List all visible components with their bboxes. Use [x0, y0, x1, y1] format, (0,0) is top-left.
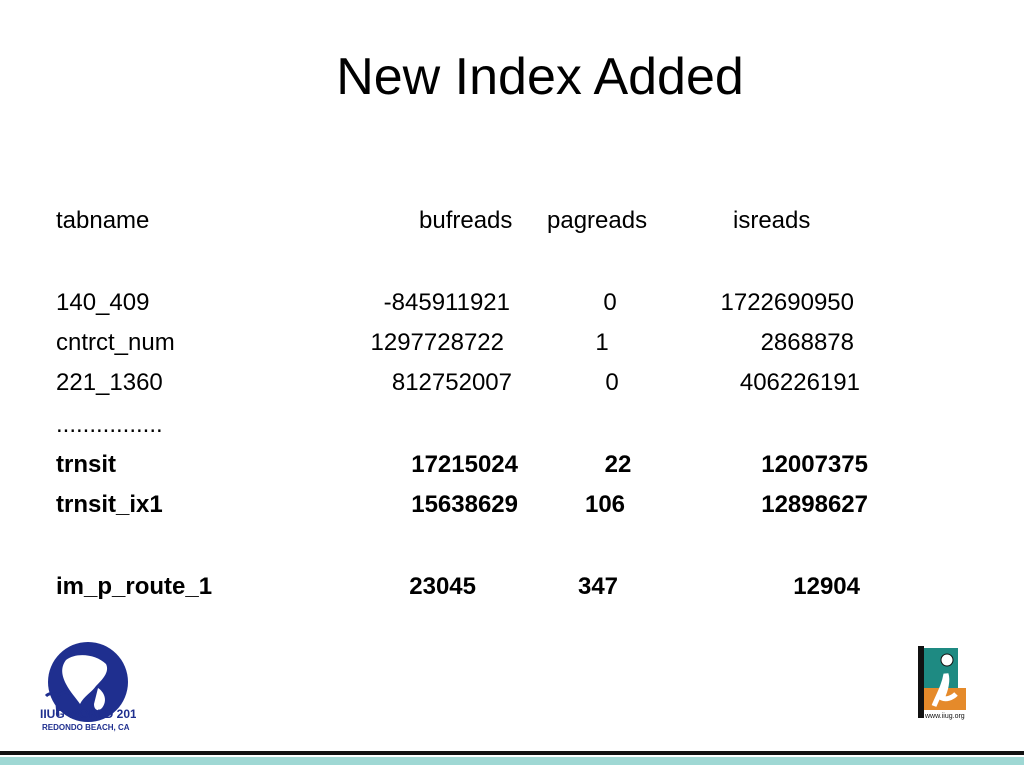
- table-row-tabname: 140_409: [56, 289, 150, 316]
- table-row-tabname: im_p_route_1: [56, 573, 213, 600]
- logo-url: www.iiug.org: [924, 713, 965, 720]
- table-row-bufreads: 17215024: [411, 451, 518, 478]
- table-row-bufreads: 812752007: [391, 369, 512, 396]
- slide: New Index Added tabname bufreads pagread…: [0, 0, 1024, 768]
- table-row-isreads: 2868878: [760, 329, 854, 356]
- table-row-bufreads: -845911921: [383, 289, 510, 316]
- table-row-isreads: 12904: [793, 573, 860, 600]
- table-row-isreads: 406226191: [739, 369, 860, 396]
- table-row-isreads: 1722690950: [720, 289, 854, 316]
- logo-text-line2: REDONDO BEACH, CA: [42, 723, 130, 732]
- table-row-tabname: trnsit_ix1: [56, 491, 163, 518]
- logo-text-line1: IIUG WORLD 2019: [40, 707, 136, 721]
- iiug-org-logo: www.iiug.org: [916, 646, 968, 722]
- table-row-pagreads: 22: [604, 451, 632, 478]
- header-tabname: tabname: [56, 207, 150, 234]
- table-row-isreads: 12898627: [761, 491, 868, 518]
- table-row-bufreads: 15638629: [411, 491, 518, 518]
- footer-bar: [0, 757, 1024, 765]
- header-bufreads: bufreads: [419, 207, 513, 234]
- table-row-pagreads: 0: [603, 289, 617, 316]
- ellipsis-row: ................: [56, 411, 163, 438]
- table-row-pagreads: 347: [577, 573, 619, 600]
- table-row-tabname: cntrct_num: [56, 329, 175, 356]
- table-row-tabname: 221_1360: [56, 369, 163, 396]
- table-row-tabname: trnsit: [56, 451, 116, 478]
- table-row-isreads: 12007375: [761, 451, 868, 478]
- page-title: New Index Added: [336, 48, 744, 106]
- table-row-bufreads: 23045: [409, 573, 476, 600]
- table-row-pagreads: 1: [595, 329, 609, 356]
- header-isreads: isreads: [733, 207, 811, 234]
- table-row-bufreads: 1297728722: [370, 329, 504, 356]
- footer-divider: [0, 751, 1024, 755]
- table-row-pagreads: 106: [584, 491, 626, 518]
- iiug-world-2019-logo: IIUG WORLD 2019 REDONDO BEACH, CA: [36, 640, 144, 734]
- header-pagreads: pagreads: [547, 207, 648, 234]
- table-row-pagreads: 0: [605, 369, 619, 396]
